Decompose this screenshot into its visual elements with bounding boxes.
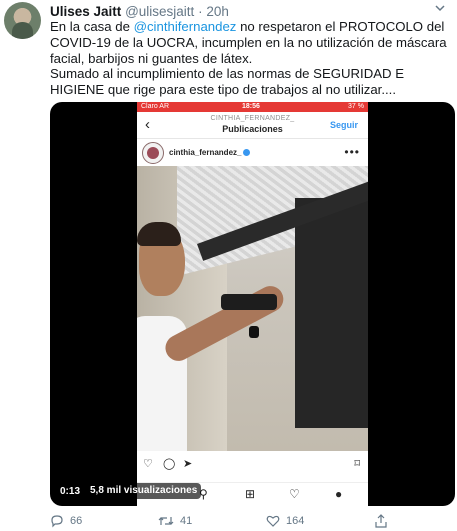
mention-link[interactable]: @cinthifernandez — [134, 19, 237, 34]
reply-button[interactable]: 66 — [50, 512, 82, 530]
like-button[interactable]: 164 — [266, 512, 304, 530]
text-part-1: En la casa de — [50, 19, 134, 34]
heart-outline-icon: ♡ — [143, 458, 153, 470]
video-player[interactable]: Claro AR 18:56 37 % ‹ CINTHIA_FERNANDEZ_… — [50, 102, 455, 506]
carrier-label: Claro AR — [141, 103, 170, 110]
retweet-icon — [158, 517, 174, 526]
scene-drill — [221, 294, 277, 310]
send-icon: ➤ — [183, 458, 193, 470]
share-icon — [375, 514, 387, 528]
chevron-down-icon[interactable] — [433, 2, 447, 16]
scene-hair — [137, 222, 181, 246]
profile-icon: ● — [335, 487, 343, 501]
video-scene — [137, 166, 368, 451]
ig-header: ‹ CINTHIA_FERNANDEZ_ Publicaciones Segui… — [137, 112, 368, 139]
phone-clock: 18:56 — [242, 103, 260, 110]
retweet-button[interactable]: 41 — [158, 512, 192, 530]
tweet: Ulises Jaitt @ulisesjaitt · 20h En la ca… — [0, 0, 457, 531]
like-count: 164 — [286, 515, 305, 527]
battery-label: 37 % — [348, 103, 364, 110]
activity-heart-icon: ♡ — [289, 487, 300, 501]
comment-icon: ◯ — [163, 458, 176, 470]
video-frame: Claro AR 18:56 37 % ‹ CINTHIA_FERNANDEZ_… — [137, 102, 368, 506]
add-post-icon: ⊞ — [245, 487, 256, 501]
verified-icon — [243, 149, 251, 157]
ig-action-bar: ♡ ◯ ➤ ⌑ — [137, 454, 368, 474]
reply-icon — [51, 515, 63, 528]
like-icon — [266, 515, 280, 527]
separator-dot: · — [198, 4, 203, 19]
tweet-paragraph-1: En la casa de @cinthifernandez no respet… — [50, 19, 450, 66]
scene-panel — [295, 198, 368, 428]
ig-post-user: cinthia_fernandez_ — [169, 148, 251, 157]
tweet-text: En la casa de @cinthifernandez no respet… — [50, 19, 450, 98]
bookmark-icon: ⌑ — [354, 458, 360, 470]
ig-more: ••• — [344, 145, 360, 159]
tweet-paragraph-2: Sumado al incumplimiento de las normas d… — [50, 66, 405, 98]
phone-status-bar: Claro AR 18:56 37 % — [137, 102, 368, 112]
video-views: 5,8 mil visualizaciones — [86, 483, 202, 499]
scene-bracelet — [249, 326, 259, 338]
tweet-actions: 66 41 164 — [50, 512, 450, 530]
reply-count: 66 — [70, 515, 83, 527]
ig-follow-label: Seguir — [329, 120, 358, 130]
video-elapsed: 0:13 — [60, 486, 81, 497]
ig-post-user-text: cinthia_fernandez_ — [169, 148, 242, 157]
ig-post-header: cinthia_fernandez_ ••• — [137, 140, 368, 166]
tweet-time[interactable]: 20h — [206, 4, 229, 19]
retweet-count: 41 — [180, 515, 193, 527]
author-name[interactable]: Ulises Jaitt — [50, 4, 121, 19]
avatar[interactable] — [4, 2, 41, 39]
ig-avatar — [142, 142, 164, 164]
author-handle[interactable]: @ulisesjaitt — [125, 4, 194, 19]
share-button[interactable] — [374, 512, 394, 530]
